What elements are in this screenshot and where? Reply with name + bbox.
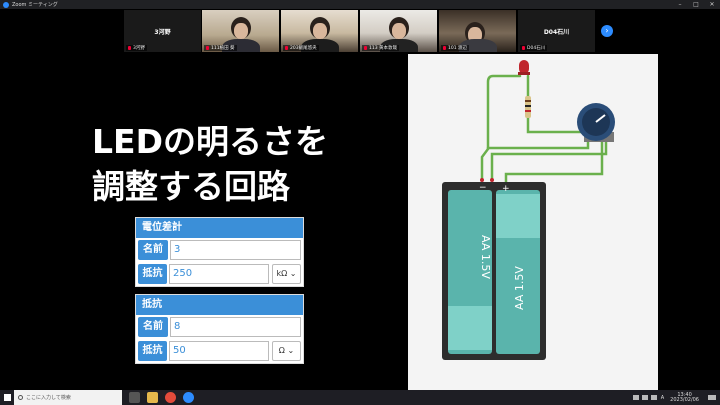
screen: Zoom ミーティング – □ ✕ 3河野 3河野 111植田 葵 203飯尾悠… <box>0 0 720 405</box>
participant-name: 3河野 <box>154 29 171 36</box>
chevron-down-icon: ⌄ <box>289 269 297 278</box>
notification-icon[interactable] <box>708 395 716 400</box>
battery-cell-label: AA 1.5V <box>479 235 492 279</box>
unit-select[interactable]: kΩ ⌄ <box>271 264 301 284</box>
potentiometer[interactable] <box>577 103 615 142</box>
close-icon[interactable]: ✕ <box>704 0 720 9</box>
name-input[interactable]: 3 <box>170 240 301 260</box>
led[interactable] <box>518 60 530 75</box>
potentiometer-inspector: 電位差計 名前 3 抵抗 250 kΩ ⌄ <box>135 217 304 287</box>
minimize-icon[interactable]: – <box>672 0 688 9</box>
circuit-diagram: AA 1.5V AA 1.5V − + <box>442 60 615 360</box>
battery-pack[interactable]: AA 1.5V AA 1.5V − + <box>442 182 546 360</box>
ime-indicator[interactable]: A <box>661 395 664 401</box>
terminal-dot <box>480 178 484 182</box>
participant-tile[interactable]: 113 黄本敦哉 <box>360 10 437 52</box>
circuit-canvas[interactable]: AA 1.5V AA 1.5V − + <box>408 54 658 390</box>
mic-muted-icon <box>522 46 525 50</box>
taskbar: ここに入力して検索 A 13:40 2023/02/06 <box>0 390 720 405</box>
resistance-input[interactable]: 250 <box>168 264 269 284</box>
system-tray: A 13:40 2023/02/06 <box>630 392 720 403</box>
chevron-down-icon: ⌄ <box>287 346 295 355</box>
wire <box>486 140 590 150</box>
slide-title: LEDの明るさを 調整する回路 <box>92 122 328 206</box>
battery-minus-terminal: − <box>479 183 487 193</box>
network-icon[interactable] <box>641 395 648 400</box>
window-titlebar: Zoom ミーティング – □ ✕ <box>0 0 720 9</box>
panel-header: 抵抗 <box>136 295 303 315</box>
resistor[interactable] <box>525 96 531 118</box>
name-input[interactable]: 8 <box>170 317 301 337</box>
window-controls: – □ ✕ <box>672 0 720 9</box>
volume-icon[interactable] <box>650 395 657 400</box>
window-title: Zoom ミーティング <box>12 2 58 8</box>
participant-tile[interactable]: 101 渡辺 <box>439 10 516 52</box>
participant-label: 101 渡辺 <box>448 46 468 51</box>
zoom-icon <box>3 1 9 8</box>
mic-muted-icon <box>285 46 288 50</box>
mic-muted-icon <box>443 46 446 50</box>
windows-icon <box>3 394 11 401</box>
participant-strip: 3河野 3河野 111植田 葵 203飯尾悠央 113 黄本敦哉 101 渡辺 … <box>0 9 720 53</box>
next-page-button[interactable]: › <box>601 25 613 37</box>
mic-muted-icon <box>364 46 367 50</box>
participant-tile[interactable]: D04石川 D04石川 <box>518 10 595 52</box>
participant-label: 203飯尾悠央 <box>290 46 317 51</box>
unit-select[interactable]: Ω ⌄ <box>271 341 301 361</box>
search-icon <box>18 395 23 400</box>
start-button[interactable] <box>0 390 14 405</box>
terminal-dot <box>490 178 494 182</box>
name-label: 名前 <box>138 317 168 337</box>
name-label: 名前 <box>138 240 168 260</box>
participant-label: D04石川 <box>527 46 546 51</box>
maximize-icon[interactable]: □ <box>688 0 704 9</box>
participant-label: 3河野 <box>133 46 145 51</box>
file-explorer-icon[interactable] <box>147 392 158 403</box>
panel-header: 電位差計 <box>136 218 303 238</box>
participant-label: 113 黄本敦哉 <box>369 46 398 51</box>
participant-label: 111植田 葵 <box>211 46 235 51</box>
resistance-label: 抵抗 <box>138 341 167 361</box>
mic-muted-icon <box>128 46 131 50</box>
zoom-taskbar-icon[interactable] <box>183 392 194 403</box>
battery-cell-label: AA 1.5V <box>513 266 526 310</box>
mic-tray-icon[interactable] <box>632 395 639 400</box>
chevron-right-icon: › <box>605 26 609 35</box>
search-placeholder: ここに入力して検索 <box>26 395 71 401</box>
chrome-icon[interactable] <box>165 392 176 403</box>
participant-tile[interactable]: 3河野 3河野 <box>124 10 201 52</box>
battery-plus-terminal: + <box>502 184 510 194</box>
resistance-input[interactable]: 50 <box>168 341 269 361</box>
participant-name: D04石川 <box>543 29 570 36</box>
resistor-inspector: 抵抗 名前 8 抵抗 50 Ω ⌄ <box>135 294 304 364</box>
mic-muted-icon <box>206 46 209 50</box>
resistance-label: 抵抗 <box>138 264 167 284</box>
clock[interactable]: 13:40 2023/02/06 <box>670 392 699 403</box>
task-view-icon[interactable] <box>129 392 140 403</box>
participant-tile[interactable]: 111植田 葵 <box>202 10 279 52</box>
participant-tile[interactable]: 203飯尾悠央 <box>281 10 358 52</box>
search-box[interactable]: ここに入力して検索 <box>14 390 122 405</box>
shared-screen: LEDの明るさを 調整する回路 電位差計 名前 3 抵抗 250 kΩ ⌄ 抵抗… <box>62 54 658 390</box>
wire <box>480 74 522 180</box>
